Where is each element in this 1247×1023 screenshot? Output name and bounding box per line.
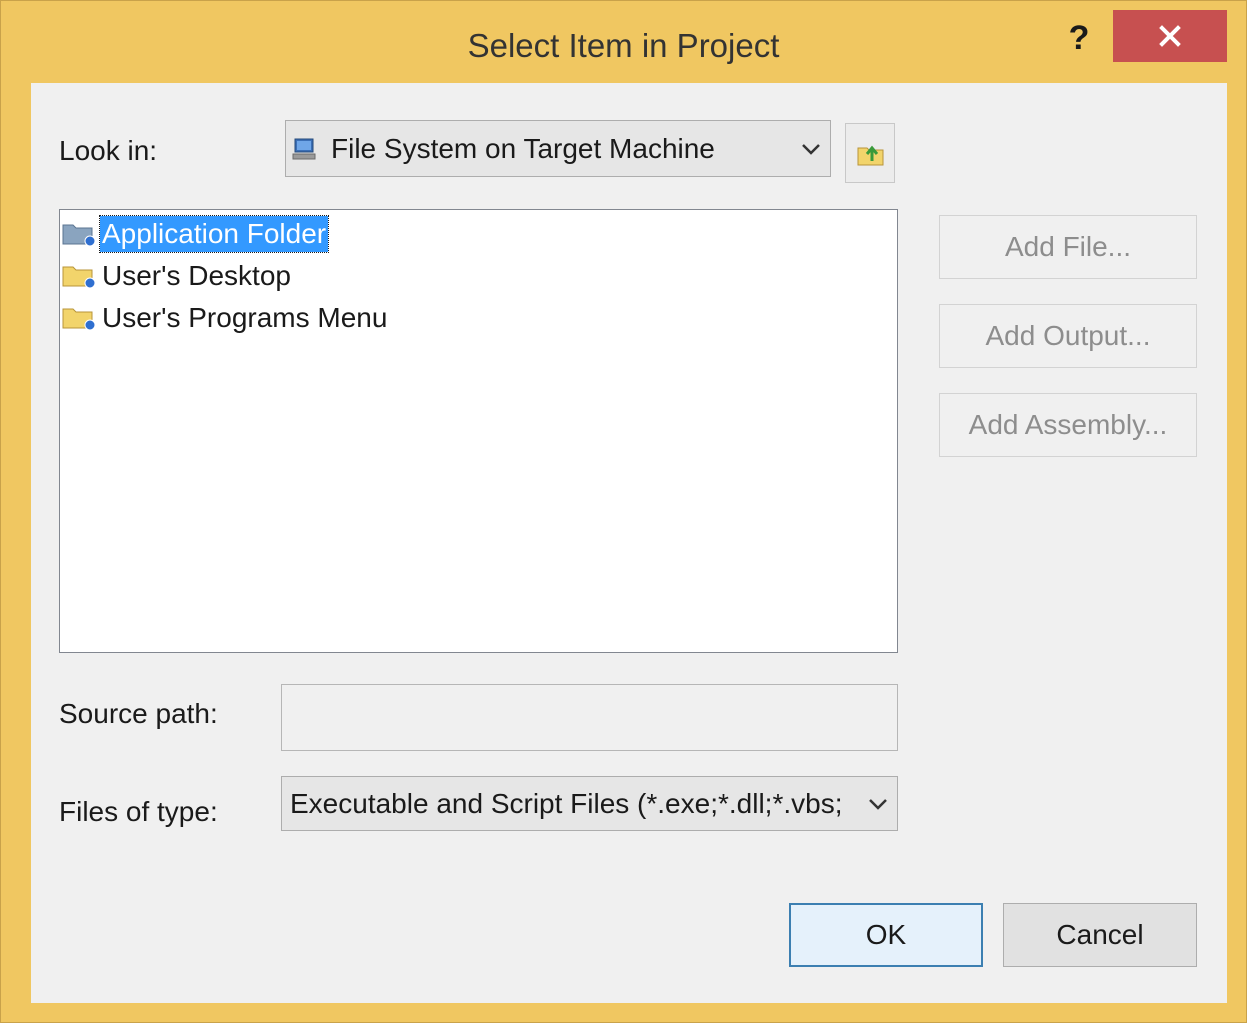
ok-button[interactable]: OK	[789, 903, 983, 967]
files-of-type-label: Files of type:	[59, 796, 218, 827]
add-output-button[interactable]: Add Output...	[939, 304, 1197, 368]
source-path-label: Source path:	[59, 698, 218, 729]
dialog-window: Select Item in Project ? Look in: File S…	[0, 0, 1247, 1023]
folder-up-icon	[857, 145, 884, 166]
computer-icon	[292, 138, 316, 160]
special-folder-icon	[62, 224, 96, 247]
close-icon	[1159, 25, 1181, 47]
dialog-client-area: Look in: File System on Target Machine A…	[31, 83, 1227, 1003]
look-in-label: Look in:	[59, 135, 158, 166]
folder-icon	[62, 266, 96, 289]
help-button[interactable]: ?	[1051, 13, 1107, 63]
up-one-level-button[interactable]	[845, 123, 895, 183]
add-file-button[interactable]: Add File...	[939, 215, 1197, 279]
project-item-list[interactable]: Application Folder User's Desktop User's…	[59, 209, 898, 653]
folder-icon	[62, 308, 96, 331]
close-button[interactable]	[1113, 10, 1227, 62]
source-path-field[interactable]	[281, 684, 898, 751]
chevron-down-icon	[867, 796, 889, 811]
look-in-dropdown[interactable]: File System on Target Machine	[285, 120, 831, 177]
look-in-value: File System on Target Machine	[331, 132, 715, 164]
files-of-type-dropdown[interactable]: Executable and Script Files (*.exe;*.dll…	[281, 776, 898, 831]
title-bar[interactable]: Select Item in Project ?	[1, 1, 1246, 79]
add-assembly-button[interactable]: Add Assembly...	[939, 393, 1197, 457]
chevron-down-icon	[802, 143, 820, 155]
cancel-button[interactable]: Cancel	[1003, 903, 1197, 967]
files-of-type-value: Executable and Script Files (*.exe;*.dll…	[290, 787, 843, 819]
